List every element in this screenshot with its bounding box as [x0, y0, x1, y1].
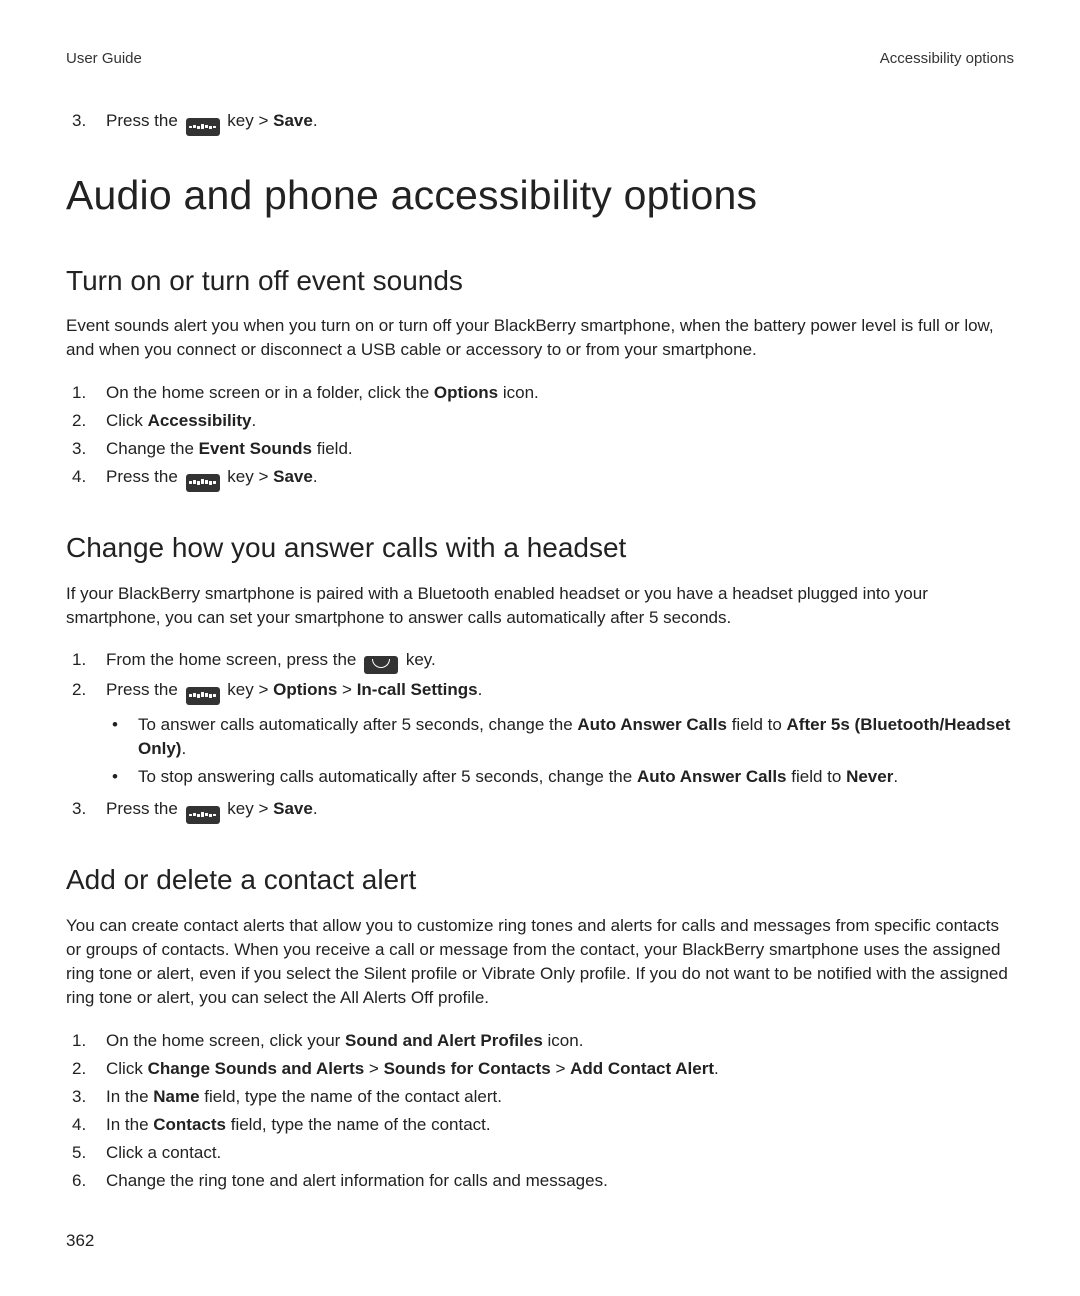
- step-text: In the: [106, 1087, 153, 1106]
- body-paragraph: If your BlackBerry smartphone is paired …: [66, 582, 1014, 630]
- step-bold: Contacts: [153, 1115, 226, 1134]
- step-text: From the home screen, press the: [106, 650, 361, 669]
- step-text: Press the: [106, 680, 183, 699]
- header-left: User Guide: [66, 48, 142, 69]
- step-bold: In-call Settings: [357, 680, 478, 699]
- list-item: Press the key > Options > In-call Settin…: [66, 678, 1014, 789]
- step-text: key >: [223, 467, 274, 486]
- step-text: icon.: [498, 383, 539, 402]
- step-bold: Save: [273, 799, 313, 818]
- step-text: Click a contact.: [106, 1143, 221, 1162]
- heading-2: Turn on or turn off event sounds: [66, 261, 1014, 301]
- send-key-icon: [364, 656, 398, 674]
- step-text: On the home screen, click your: [106, 1031, 345, 1050]
- step-bold: Event Sounds: [199, 439, 312, 458]
- step-text: >: [551, 1059, 570, 1078]
- step-text: Press the: [106, 111, 183, 130]
- step-text: key.: [401, 650, 436, 669]
- list-item: Change the ring tone and alert informati…: [66, 1169, 1014, 1193]
- step-text: field, type the name of the contact aler…: [200, 1087, 502, 1106]
- orphan-step-3: 3. Press the key > Save.: [66, 109, 1014, 136]
- list-item: On the home screen or in a folder, click…: [66, 381, 1014, 405]
- step-bold: Accessibility: [148, 411, 252, 430]
- bullet-text: .: [181, 739, 186, 758]
- body-paragraph: Event sounds alert you when you turn on …: [66, 314, 1014, 362]
- step-text: key >: [223, 680, 274, 699]
- bullet-text: To stop answering calls automatically af…: [138, 767, 637, 786]
- step-text: Press the: [106, 467, 183, 486]
- list-item: Click Accessibility.: [66, 409, 1014, 433]
- step-bold: Add Contact Alert: [570, 1059, 714, 1078]
- list-item: In the Contacts field, type the name of …: [66, 1113, 1014, 1137]
- list-item: Press the key > Save.: [66, 465, 1014, 492]
- step-bold: Options: [273, 680, 337, 699]
- step-text: Press the: [106, 799, 183, 818]
- document-page: User Guide Accessibility options 3. Pres…: [0, 0, 1080, 1293]
- step-bold: Sound and Alert Profiles: [345, 1031, 543, 1050]
- list-item: To answer calls automatically after 5 se…: [106, 713, 1014, 761]
- step-text: >: [364, 1059, 383, 1078]
- step-bold: Save: [273, 111, 313, 130]
- list-item: To stop answering calls automatically af…: [106, 765, 1014, 789]
- bullet-text: field to: [727, 715, 787, 734]
- step-text: .: [313, 467, 318, 486]
- step-text: key >: [223, 111, 274, 130]
- bullet-list: To answer calls automatically after 5 se…: [106, 713, 1014, 789]
- ordered-list: On the home screen or in a folder, click…: [66, 381, 1014, 492]
- list-item: Click Change Sounds and Alerts > Sounds …: [66, 1057, 1014, 1081]
- bullet-bold: Never: [846, 767, 893, 786]
- list-item: Press the key > Save.: [66, 797, 1014, 824]
- step-bold: Change Sounds and Alerts: [148, 1059, 365, 1078]
- heading-2: Add or delete a contact alert: [66, 860, 1014, 900]
- step-number: 3.: [72, 109, 86, 133]
- step-text: .: [313, 111, 318, 130]
- page-number: 362: [66, 1229, 1014, 1253]
- page-header: User Guide Accessibility options: [66, 48, 1014, 69]
- header-right: Accessibility options: [880, 48, 1014, 69]
- step-text: Click: [106, 411, 148, 430]
- ordered-list: On the home screen, click your Sound and…: [66, 1029, 1014, 1194]
- ordered-list: From the home screen, press the key. Pre…: [66, 648, 1014, 824]
- step-bold: Options: [434, 383, 498, 402]
- step-bold: Name: [153, 1087, 199, 1106]
- step-text: Change the ring tone and alert informati…: [106, 1171, 608, 1190]
- step-text: In the: [106, 1115, 153, 1134]
- list-item: Click a contact.: [66, 1141, 1014, 1165]
- list-item: Change the Event Sounds field.: [66, 437, 1014, 461]
- step-text: On the home screen or in a folder, click…: [106, 383, 434, 402]
- bullet-text: To answer calls automatically after 5 se…: [138, 715, 577, 734]
- body-paragraph: You can create contact alerts that allow…: [66, 914, 1014, 1011]
- bullet-text: .: [893, 767, 898, 786]
- list-item: In the Name field, type the name of the …: [66, 1085, 1014, 1109]
- list-item: From the home screen, press the key.: [66, 648, 1014, 674]
- heading-2: Change how you answer calls with a heads…: [66, 528, 1014, 568]
- menu-key-icon: [186, 118, 220, 136]
- list-item: On the home screen, click your Sound and…: [66, 1029, 1014, 1053]
- step-text: .: [478, 680, 483, 699]
- step-text: .: [252, 411, 257, 430]
- menu-key-icon: [186, 474, 220, 492]
- bullet-bold: Auto Answer Calls: [637, 767, 787, 786]
- step-text: key >: [223, 799, 274, 818]
- step-text: field.: [312, 439, 353, 458]
- step-text: field, type the name of the contact.: [226, 1115, 491, 1134]
- menu-key-icon: [186, 687, 220, 705]
- menu-key-icon: [186, 806, 220, 824]
- step-text: >: [337, 680, 356, 699]
- step-text: Click: [106, 1059, 148, 1078]
- step-bold: Sounds for Contacts: [384, 1059, 551, 1078]
- step-bold: Save: [273, 467, 313, 486]
- step-text: .: [313, 799, 318, 818]
- heading-1: Audio and phone accessibility options: [66, 166, 1014, 224]
- step-text: Change the: [106, 439, 199, 458]
- step-text: icon.: [543, 1031, 584, 1050]
- step-text: .: [714, 1059, 719, 1078]
- bullet-text: field to: [787, 767, 847, 786]
- bullet-bold: Auto Answer Calls: [577, 715, 727, 734]
